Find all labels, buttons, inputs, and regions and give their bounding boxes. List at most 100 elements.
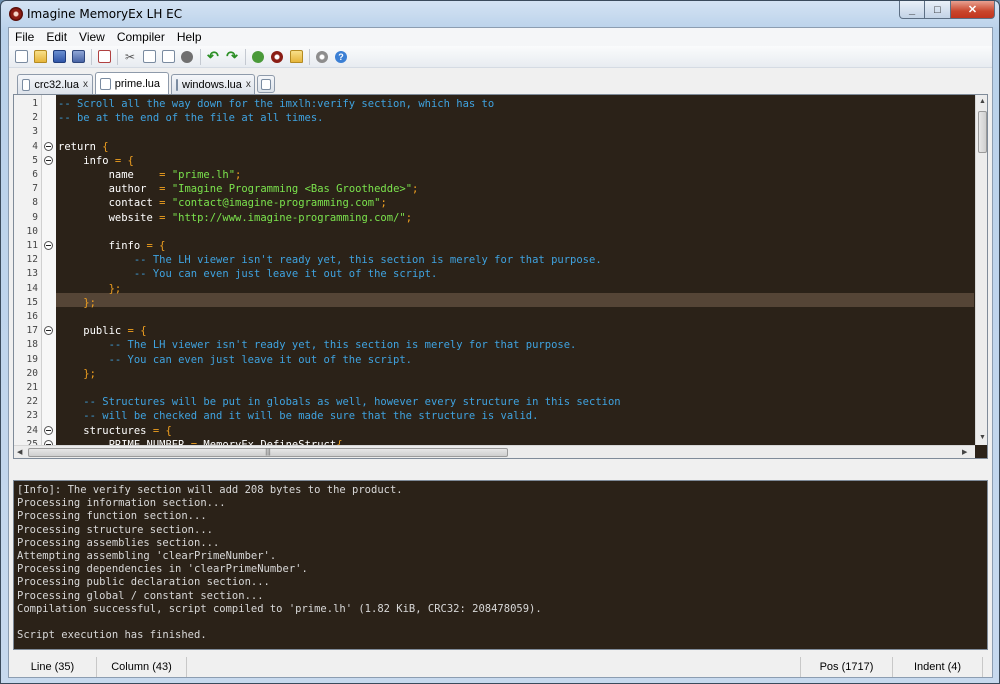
toolbar-separator — [91, 48, 92, 65]
run-button[interactable] — [268, 48, 286, 66]
scroll-left-icon[interactable]: ◀ — [17, 448, 22, 456]
cut-icon: ✂ — [124, 49, 136, 64]
help-button[interactable]: ? — [332, 48, 350, 66]
tab-label: windows.lua — [182, 78, 242, 91]
code-text: -- be at the end of the file at all time… — [58, 112, 324, 125]
menu-file[interactable]: File — [9, 28, 40, 46]
code-line[interactable]: 16 — [14, 310, 974, 324]
horizontal-scrollbar[interactable]: ◀ ||| ▶ — [14, 445, 975, 458]
scroll-down-icon[interactable]: ▼ — [979, 434, 986, 441]
code-line[interactable]: 13 -- You can even just leave it out of … — [14, 267, 974, 281]
line-number: 21 — [26, 382, 38, 393]
output-console[interactable]: [Info]: The verify section will add 208 … — [13, 480, 988, 650]
code-line[interactable]: 23 -- will be checked and it will be mad… — [14, 409, 974, 423]
code-line[interactable]: 2 -- be at the end of the file at all tim… — [14, 111, 974, 125]
code-text: return { — [58, 140, 109, 153]
code-line[interactable]: 11 finfo = { — [14, 239, 974, 253]
redo-button[interactable]: ↷ — [223, 48, 241, 66]
scroll-right-icon[interactable]: ▶ — [962, 448, 967, 456]
lua-file-icon — [22, 78, 31, 91]
code-line[interactable]: 4 return { — [14, 140, 974, 154]
line-number: 1 — [32, 98, 38, 109]
undo-button[interactable]: ↶ — [204, 48, 222, 66]
code-text: public = { — [58, 325, 147, 338]
tab-crc32[interactable]: crc32.lua x — [17, 74, 93, 94]
status-spacer — [187, 657, 801, 677]
tab-prime[interactable]: prime.lua — [95, 72, 169, 94]
fold-toggle-icon[interactable] — [44, 141, 53, 151]
code-line[interactable]: 19 -- You can even just leave it out of … — [14, 353, 974, 367]
title-bar[interactable]: Imagine MemoryEx LH EC _ □ ✕ — [1, 1, 999, 27]
code-line[interactable]: 3 — [14, 125, 974, 139]
line-number: 8 — [32, 197, 38, 209]
status-indent: Indent (4) — [893, 657, 983, 677]
tab-close-icon[interactable]: x — [246, 79, 251, 90]
fold-toggle-icon[interactable] — [44, 241, 53, 250]
menu-edit[interactable]: Edit — [40, 28, 73, 46]
fold-toggle-icon[interactable] — [44, 155, 53, 165]
line-number: 23 — [26, 410, 38, 422]
save-all-button[interactable] — [69, 48, 87, 66]
code-line[interactable]: 10 — [14, 225, 974, 239]
maximize-button[interactable]: □ — [925, 1, 951, 19]
close-file-button[interactable] — [95, 48, 113, 66]
minimize-icon: _ — [908, 3, 916, 16]
code-text: author = "Imagine Programming <Bas Groot… — [58, 183, 419, 196]
code-line[interactable]: 8 contact = "contact@imagine-programming… — [14, 196, 974, 210]
vertical-scroll-thumb[interactable] — [978, 111, 987, 153]
run-icon — [271, 50, 283, 63]
line-number: 3 — [32, 126, 38, 138]
code-text: finfo = { — [58, 240, 166, 252]
scroll-up-icon[interactable]: ▲ — [979, 98, 986, 105]
vertical-scrollbar[interactable]: ▲ ▼ — [975, 95, 987, 445]
code-line[interactable]: 9 website = "http://www.imagine-programm… — [14, 211, 974, 225]
code-editor[interactable]: 1 -- Scroll all the way down for the imxl… — [13, 94, 988, 459]
save-button[interactable] — [50, 48, 68, 66]
code-line[interactable]: 12 -- The LH viewer isn't ready yet, thi… — [14, 253, 974, 267]
code-line[interactable]: 6 name = "prime.lh"; — [14, 168, 974, 182]
tab-windows[interactable]: windows.lua x — [171, 74, 255, 94]
open-button[interactable] — [31, 48, 49, 66]
close-button[interactable]: ✕ — [951, 1, 995, 19]
code-line[interactable]: 1 -- Scroll all the way down for the imxl… — [14, 97, 974, 111]
menu-view[interactable]: View — [73, 28, 111, 46]
code-line[interactable]: 20 }; — [14, 367, 974, 381]
tab-close-icon[interactable]: x — [83, 79, 88, 90]
new-tab-button[interactable] — [257, 75, 275, 93]
code-text: -- will be checked and it will be made s… — [58, 410, 539, 423]
code-line[interactable]: 7 author = "Imagine Programming <Bas Gro… — [14, 182, 974, 196]
fold-toggle-icon[interactable] — [44, 425, 53, 435]
line-number: 24 — [26, 424, 38, 436]
tab-bar: crc32.lua x prime.lua windows.lua x — [9, 72, 992, 94]
settings-button[interactable] — [313, 48, 331, 66]
paste-button[interactable] — [159, 48, 177, 66]
compile-button[interactable] — [249, 48, 267, 66]
minimize-button[interactable]: _ — [899, 1, 925, 19]
cut-button[interactable]: ✂ — [121, 48, 139, 66]
code-line[interactable]: 5 info = { — [14, 154, 974, 168]
new-tab-icon — [261, 78, 271, 90]
delete-button[interactable] — [178, 48, 196, 66]
line-number: 2 — [32, 112, 38, 124]
code-text: -- You can even just leave it out of the… — [58, 268, 438, 281]
code-line[interactable]: 14 }; — [14, 282, 974, 296]
status-pos: Pos (1717) — [801, 657, 893, 677]
horizontal-scroll-thumb[interactable]: ||| — [28, 448, 508, 457]
menu-compiler[interactable]: Compiler — [111, 28, 171, 46]
new-file-button[interactable] — [12, 48, 30, 66]
code-line[interactable]: 17 public = { — [14, 324, 974, 338]
code-line[interactable]: 15 }; — [14, 296, 974, 310]
code-line[interactable]: 24 structures = { — [14, 424, 974, 438]
line-number: 17 — [26, 325, 38, 337]
fold-toggle-icon[interactable] — [44, 326, 53, 336]
menu-help[interactable]: Help — [171, 28, 208, 46]
open-output-button[interactable] — [287, 48, 305, 66]
copy-button[interactable] — [140, 48, 158, 66]
app-gear-icon[interactable] — [9, 7, 23, 21]
line-number: 12 — [26, 254, 38, 266]
code-line[interactable]: 18 -- The LH viewer isn't ready yet, thi… — [14, 338, 974, 352]
code-line[interactable]: 22 -- Structures will be put in globals … — [14, 395, 974, 409]
code-line[interactable]: 21 — [14, 381, 974, 395]
line-number: 19 — [26, 353, 38, 365]
output-line: Processing structure section... — [17, 523, 213, 536]
